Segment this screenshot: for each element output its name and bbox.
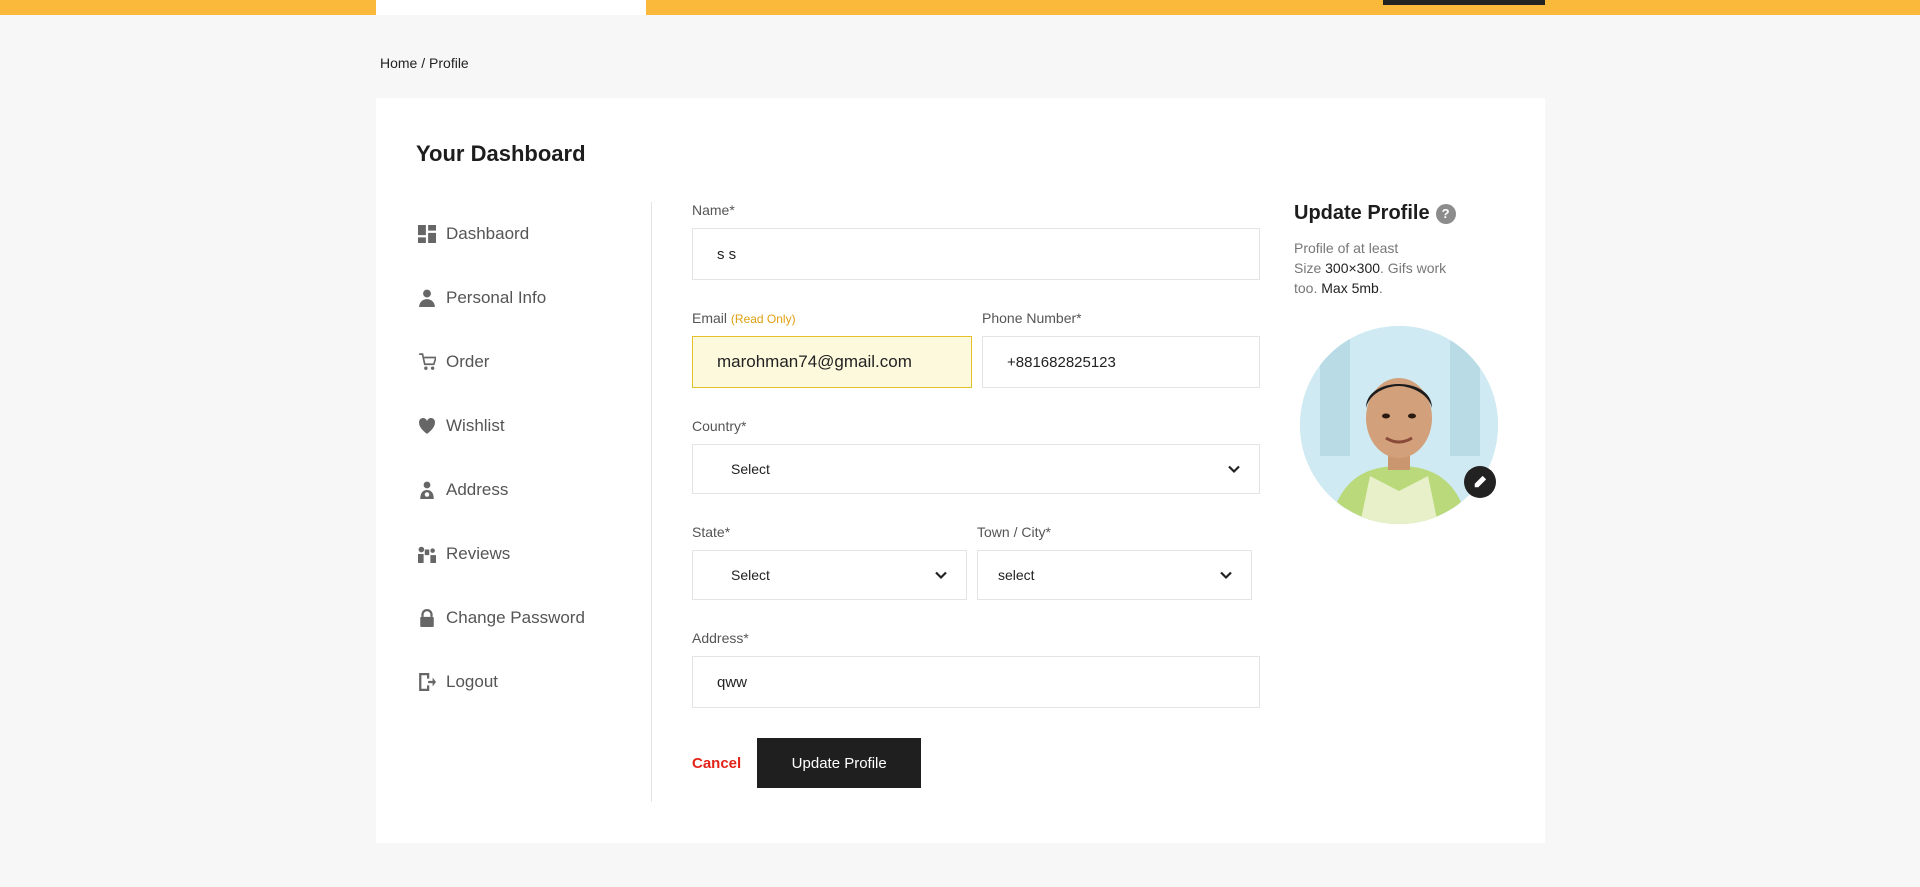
reviews-icon	[416, 543, 438, 565]
sidebar-item-logout[interactable]: Logout	[416, 650, 656, 714]
city-label: Town / City*	[977, 524, 1051, 540]
phone-input[interactable]: +881682825123	[982, 336, 1260, 388]
sidebar-item-label: Reviews	[446, 544, 511, 563]
email-label-text: Email	[692, 310, 728, 326]
desc-line-1: Profile of at least	[1294, 240, 1399, 256]
sidebar: Dashbaord Personal Info Order Wishlist A…	[416, 202, 656, 714]
email-input[interactable]: marohman74@gmail.com	[692, 336, 972, 388]
desc-size-value: 300×300	[1325, 260, 1381, 276]
name-label: Name*	[692, 202, 735, 218]
sidebar-item-reviews[interactable]: Reviews	[416, 522, 656, 586]
region-row: State* Select Town / City* select	[692, 524, 1260, 600]
sidebar-item-order[interactable]: Order	[416, 330, 656, 394]
country-select-value: Select	[731, 461, 770, 477]
update-profile-panel: Update Profile ? Profile of at least Siz…	[1294, 202, 1498, 524]
sidebar-item-change-password[interactable]: Change Password	[416, 586, 656, 650]
page-title: Your Dashboard	[416, 141, 586, 166]
sidebar-item-personal-info[interactable]: Personal Info	[416, 266, 656, 330]
address-input[interactable]: qww	[692, 656, 1260, 708]
heart-icon	[416, 415, 438, 437]
form-actions: Cancel Update Profile	[692, 738, 1260, 788]
city-field-group: Town / City* select	[977, 524, 1252, 600]
desc-line-2: Size 300×300. Gifs work	[1294, 258, 1494, 278]
sidebar-item-label: Dashbaord	[446, 224, 530, 243]
avatar-wrapper	[1300, 326, 1498, 524]
city-select[interactable]: select	[977, 550, 1252, 600]
sidebar-item-address[interactable]: Address	[416, 458, 656, 522]
breadcrumb-current: Profile	[429, 55, 469, 71]
state-field-group: State* Select	[692, 524, 967, 600]
sidebar-item-dashboard[interactable]: Dashbaord	[416, 202, 656, 266]
avatar	[1300, 326, 1498, 524]
state-label: State*	[692, 524, 731, 540]
pencil-icon	[1474, 475, 1487, 488]
breadcrumb-separator: /	[421, 55, 426, 71]
top-tab[interactable]	[376, 0, 646, 15]
chevron-down-icon	[934, 568, 948, 582]
name-input[interactable]: s s	[692, 228, 1260, 280]
email-label: Email (Read Only)	[692, 310, 972, 326]
desc-max-prefix: too.	[1294, 280, 1322, 296]
desc-size-suffix: . Gifs work	[1380, 260, 1447, 276]
lock-icon	[416, 607, 438, 629]
chevron-down-icon	[1219, 568, 1233, 582]
cancel-button[interactable]: Cancel	[692, 755, 741, 772]
phone-label: Phone Number*	[982, 310, 1082, 326]
update-profile-heading: Update Profile	[1294, 202, 1430, 224]
state-select[interactable]: Select	[692, 550, 967, 600]
person-icon	[416, 287, 438, 309]
avatar-photo	[1300, 326, 1498, 524]
sidebar-item-label: Order	[446, 352, 490, 371]
address-label: Address*	[692, 630, 749, 646]
sidebar-item-wishlist[interactable]: Wishlist	[416, 394, 656, 458]
help-icon[interactable]: ?	[1435, 203, 1456, 224]
desc-size-prefix: Size	[1294, 260, 1326, 276]
read-only-note: (Read Only)	[730, 312, 796, 326]
sidebar-item-label: Wishlist	[446, 416, 505, 435]
country-field-group: Country* Select	[692, 418, 1260, 494]
location-person-icon	[416, 479, 438, 501]
sidebar-item-label: Personal Info	[446, 288, 547, 307]
phone-field-group: Phone Number* +881682825123	[982, 310, 1260, 388]
top-dark-strip	[1383, 0, 1545, 5]
chevron-down-icon	[1227, 462, 1241, 476]
dashboard-icon	[416, 223, 438, 245]
logout-icon	[416, 671, 438, 693]
profile-form: Name* s s Email (Read Only) marohman74@g…	[692, 202, 1260, 788]
name-field-group: Name* s s	[692, 202, 1260, 280]
desc-line-3: too. Max 5mb.	[1294, 278, 1494, 298]
sidebar-divider	[651, 202, 652, 802]
country-select[interactable]: Select	[692, 444, 1260, 494]
update-profile-title: Update Profile ?	[1294, 202, 1494, 225]
email-field-group: Email (Read Only) marohman74@gmail.com	[692, 310, 972, 388]
update-profile-button[interactable]: Update Profile	[757, 738, 922, 788]
breadcrumb: Home / Profile	[380, 55, 469, 71]
dashboard-card: Your Dashboard Dashbaord Personal Info O…	[376, 98, 1545, 843]
top-bar	[0, 0, 1920, 15]
edit-avatar-button[interactable]	[1464, 466, 1496, 498]
sidebar-item-label: Change Password	[446, 608, 585, 627]
sidebar-item-label: Address	[446, 480, 509, 499]
contact-row: Email (Read Only) marohman74@gmail.com P…	[692, 310, 1260, 388]
sidebar-item-label: Logout	[446, 672, 498, 691]
profile-requirements: Profile of at least Size 300×300. Gifs w…	[1294, 238, 1494, 298]
breadcrumb-home[interactable]: Home	[380, 55, 417, 71]
address-field-group: Address* qww	[692, 630, 1260, 708]
state-select-value: Select	[731, 567, 770, 583]
desc-max-value: Max 5mb	[1321, 280, 1379, 296]
desc-max-suffix: .	[1378, 280, 1383, 296]
city-select-value: select	[998, 567, 1035, 583]
cart-icon	[416, 351, 438, 373]
country-label: Country*	[692, 418, 747, 434]
